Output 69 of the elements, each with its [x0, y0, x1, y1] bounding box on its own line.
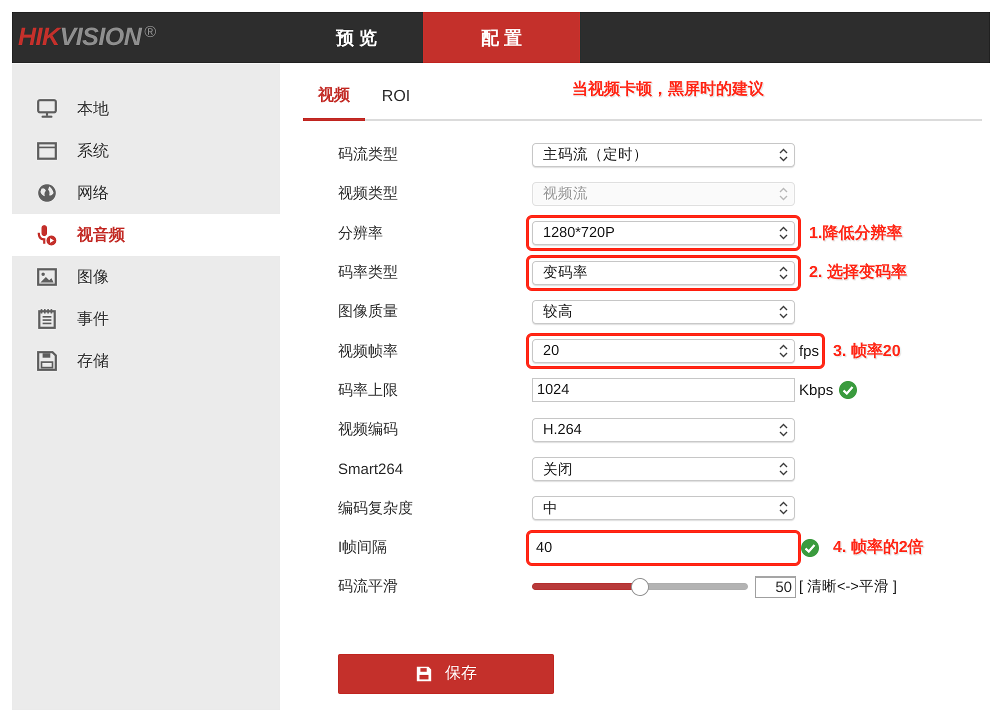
unit-label: Kbps	[799, 382, 834, 399]
field-label: 视频帧率	[337, 342, 399, 361]
chevron-icon	[779, 148, 788, 162]
chevron-icon	[779, 186, 788, 201]
sidebar-label: 存储	[77, 352, 109, 372]
input-field[interactable]: 1024	[532, 378, 795, 402]
nav-tab[interactable]: 预 览	[290, 12, 423, 63]
slider-thumb[interactable]	[631, 578, 649, 596]
field-label: 图像质量	[337, 302, 399, 322]
nav-tab[interactable]: 配 置	[423, 12, 580, 63]
dropdown[interactable]: 主码流（定时）	[532, 142, 795, 167]
menu-icon	[36, 182, 58, 204]
annotation-note: 2. 选择变码率	[809, 262, 907, 284]
field-label: 编码复杂度	[337, 498, 414, 518]
field-label: 码流类型	[337, 145, 399, 164]
chevron-icon	[779, 462, 788, 476]
dropdown[interactable]: 中	[532, 496, 795, 520]
dropdown[interactable]: 较高	[532, 300, 795, 324]
sidebar-item[interactable]: 事件	[12, 298, 280, 340]
annotation-note: 4. 帧率的2倍	[833, 537, 924, 558]
chevron-icon	[779, 422, 788, 437]
menu-icon	[36, 98, 58, 120]
sidebar-label: 系统	[77, 142, 109, 162]
dropdown[interactable]: H.264	[532, 418, 795, 442]
field-label: Smart264	[337, 460, 404, 478]
sidebar-item[interactable]: 网络	[12, 172, 280, 214]
dropdown[interactable]: 关闭	[532, 457, 795, 482]
annotation-title: 当视频卡顿，黑屏时的建议	[572, 79, 764, 100]
save-icon	[415, 664, 433, 683]
dropdown[interactable]: 1280*720P	[532, 221, 795, 246]
chevron-icon	[779, 344, 788, 358]
sidebar-label: 事件	[77, 310, 109, 330]
save-button[interactable]: 保存	[338, 654, 554, 694]
field-label: 码率上限	[337, 380, 399, 400]
unit-label: fps	[799, 342, 820, 360]
sidebar-item[interactable]: 本地	[12, 88, 280, 130]
menu-icon	[36, 308, 58, 330]
sidebar-label: 视音频	[77, 225, 125, 246]
field-label: I帧间隔	[337, 538, 388, 558]
annotation-note: 3. 帧率20	[833, 341, 901, 362]
field-label: 码率类型	[337, 263, 399, 282]
sidebar-item[interactable]: 图像	[12, 256, 280, 298]
slider-hint: [ 清晰<->平滑 ]	[799, 578, 897, 596]
chevron-icon	[779, 266, 788, 280]
menu-icon	[36, 224, 58, 246]
sidebar-label: 本地	[77, 100, 109, 120]
sidebar-item[interactable]: 视音频	[12, 214, 280, 256]
chevron-icon	[779, 226, 788, 240]
tab[interactable]: ROI	[365, 88, 427, 121]
dropdown[interactable]: 变码率	[532, 260, 795, 285]
chevron-icon	[779, 304, 788, 319]
chevron-icon	[779, 501, 788, 516]
menu-icon	[36, 350, 58, 372]
sidebar-item[interactable]: 系统	[12, 130, 280, 172]
field-label: 分辨率	[337, 224, 384, 243]
sidebar-label: 图像	[77, 268, 109, 288]
value-field[interactable]: 50	[755, 576, 796, 598]
dropdown[interactable]: 20	[532, 339, 795, 364]
slider[interactable]	[532, 578, 748, 596]
field-label: 视频编码	[337, 420, 399, 440]
field-label: 码流平滑	[337, 577, 399, 596]
tab[interactable]: 视频	[303, 85, 365, 121]
sidebar-label: 网络	[77, 184, 109, 204]
sidebar-item[interactable]: 存储	[12, 340, 280, 382]
logo: HIKVISION®	[17, 22, 157, 53]
menu-icon	[36, 140, 58, 162]
menu-icon	[36, 266, 58, 288]
annotation-note: 1.降低分辨率	[809, 223, 902, 244]
field-label: 视频类型	[337, 184, 399, 204]
